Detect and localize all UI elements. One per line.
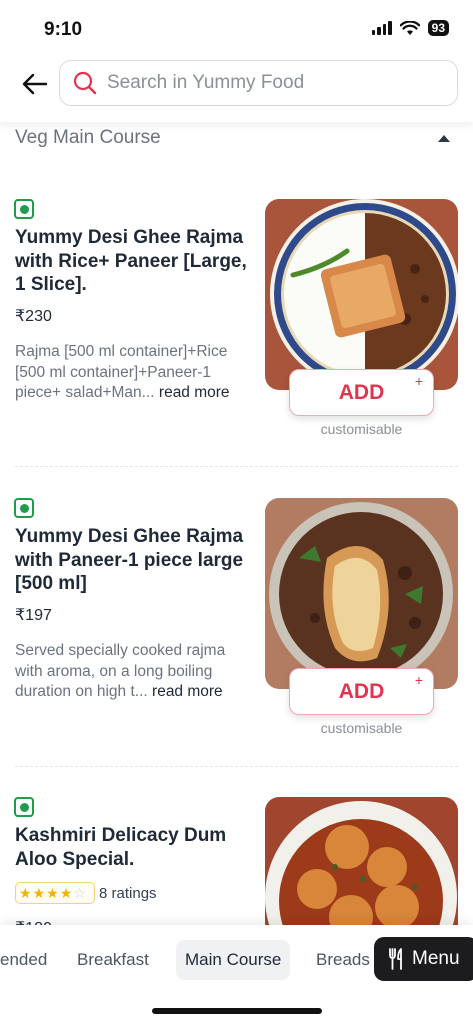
item-name: Yummy Desi Ghee Rajma with Paneer-1 piec…	[15, 526, 244, 594]
cellular-signal-icon	[371, 21, 392, 35]
back-button[interactable]	[18, 67, 52, 101]
section-title: Veg Main Course	[15, 127, 161, 148]
star-icon: ★	[46, 885, 59, 901]
caret-up-icon[interactable]	[437, 134, 451, 143]
star-icon: ★	[59, 885, 73, 901]
veg-icon	[14, 199, 34, 219]
tab-main-course[interactable]: Main Course	[176, 940, 291, 980]
ratings-count: 8 ratings	[99, 885, 157, 902]
back-arrow-icon	[22, 73, 48, 95]
add-label: ADD	[338, 380, 385, 404]
tab-breakfast[interactable]: Breakfast	[68, 940, 158, 980]
item-divider	[15, 466, 458, 467]
item-name: Yummy Desi Ghee Rajma with Rice+ Paneer …	[15, 227, 247, 295]
item-image[interactable]	[265, 498, 458, 689]
item-name: Kashmiri Delicacy Dum Aloo Special.	[15, 825, 227, 870]
battery-indicator: 93	[427, 20, 449, 36]
item-price: ₹197	[15, 607, 52, 624]
customisable-note: customisable	[320, 720, 403, 736]
item-description: Served specially cooked rajma with aroma…	[15, 641, 255, 703]
item-description: Rajma [500 ml container]+Rice [500 ml co…	[15, 342, 255, 404]
read-more-link[interactable]: read more	[159, 384, 230, 401]
search-icon	[73, 71, 97, 95]
plus-icon: +	[414, 373, 423, 389]
customisable-note: customisable	[320, 421, 403, 437]
item-divider	[15, 766, 458, 767]
star-rating: ★ ★ ★ ★ ☆	[15, 882, 95, 904]
veg-icon	[14, 797, 34, 817]
tab-recommended[interactable]: ended	[0, 940, 56, 980]
status-bar: 9:10 93	[0, 0, 473, 56]
tab-breads[interactable]: Breads	[307, 940, 379, 980]
item-price: ₹230	[15, 308, 52, 325]
rajma-paneer-bowl-image	[265, 498, 458, 689]
read-more-link[interactable]: read more	[152, 683, 223, 700]
add-label: ADD	[338, 679, 385, 703]
search-input[interactable]: Search in Yummy Food	[59, 60, 458, 106]
item-image[interactable]	[265, 199, 458, 390]
star-icon: ★	[19, 885, 32, 901]
veg-icon	[14, 498, 34, 518]
home-indicator[interactable]	[152, 1008, 322, 1014]
section-header[interactable]: Veg Main Course	[0, 122, 473, 156]
rajma-rice-plate-image	[265, 199, 458, 390]
plus-icon: +	[414, 672, 423, 688]
menu-button[interactable]: Menu	[374, 937, 473, 981]
bottom-category-bar: ended Breakfast Main Course Breads Menu	[0, 925, 473, 1024]
wifi-icon	[399, 20, 420, 35]
star-empty-icon: ☆	[73, 885, 86, 901]
header: Search in Yummy Food	[0, 56, 473, 122]
star-icon: ★	[32, 885, 46, 901]
menu-label: Menu	[412, 948, 460, 969]
search-placeholder: Search in Yummy Food	[107, 72, 305, 93]
status-icons: 93	[371, 20, 449, 36]
status-time: 9:10	[44, 19, 83, 40]
add-button[interactable]: ADD +	[289, 369, 434, 416]
fork-knife-icon	[389, 948, 402, 970]
add-button[interactable]: ADD +	[289, 668, 434, 715]
